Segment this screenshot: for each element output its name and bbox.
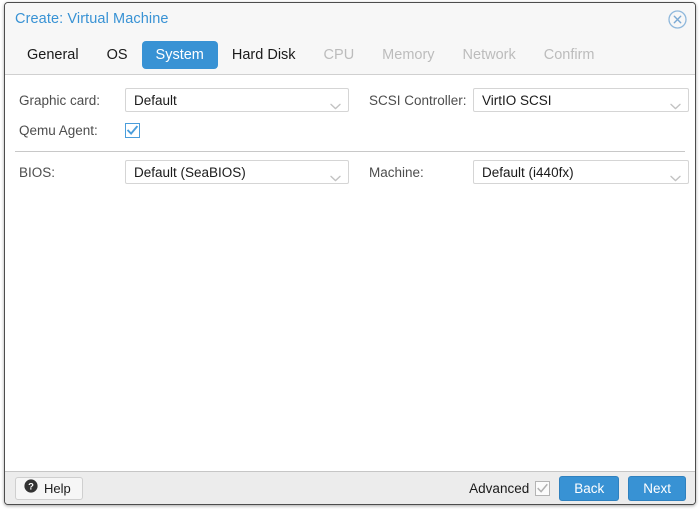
svg-text:?: ? [28,482,34,493]
form-row-2: Qemu Agent: [5,115,695,145]
help-button[interactable]: ? Help [15,477,83,500]
dialog-title: Create: Virtual Machine [15,11,169,27]
bios-select[interactable]: Default (SeaBIOS) [125,160,349,184]
machine-label: Machine: [369,164,424,180]
bios-field: BIOS: Default (SeaBIOS) [19,157,359,187]
scsi-controller-field: SCSI Controller: VirtIO SCSI [369,85,689,115]
machine-field: Machine: Default (i440fx) [369,157,689,187]
back-button[interactable]: Back [559,476,620,501]
tab-cpu: CPU [323,47,355,63]
qemu-agent-checkbox[interactable] [125,122,140,138]
graphic-card-value: Default [134,92,177,108]
graphic-card-field: Graphic card: Default [19,85,359,115]
form-row-1: Graphic card: Default SCSI Controller: V… [5,85,695,115]
chevron-down-icon [330,97,341,110]
tab-hard-disk[interactable]: Hard Disk [218,41,310,69]
machine-value: Default (i440fx) [482,164,574,180]
scsi-controller-value: VirtIO SCSI [482,92,552,108]
machine-select[interactable]: Default (i440fx) [473,160,689,184]
wizard-tabbar: General OS System Hard Disk CPU Memory N… [5,37,695,75]
dialog-body: Graphic card: Default SCSI Controller: V… [5,75,695,471]
scsi-controller-label: SCSI Controller: [369,92,467,108]
next-button[interactable]: Next [628,476,686,501]
tab-confirm: Confirm [543,47,595,63]
advanced-checkbox[interactable] [535,481,551,496]
chevron-down-icon [670,169,681,182]
question-circle-icon: ? [24,479,38,498]
advanced-label: Advanced [469,481,530,496]
bios-label: BIOS: [19,164,56,180]
tab-os[interactable]: OS [93,41,142,69]
section-divider [15,151,685,152]
tab-network: Network [462,47,516,63]
scsi-controller-select[interactable]: VirtIO SCSI [473,88,689,112]
bios-value: Default (SeaBIOS) [134,164,246,180]
dialog-footer: ? Help Advanced Back Next [5,471,695,504]
help-button-label: Help [44,481,71,496]
qemu-agent-label: Qemu Agent: [19,122,98,138]
graphic-card-label: Graphic card: [19,92,101,108]
tab-memory: Memory [382,47,435,63]
chevron-down-icon [330,169,341,182]
create-vm-dialog: Create: Virtual Machine General OS Syste… [4,2,696,505]
footer-actions: Advanced Back Next [469,476,686,501]
qemu-agent-field: Qemu Agent: [19,115,359,145]
chevron-down-icon [670,97,681,110]
close-icon[interactable] [668,10,687,29]
tab-system[interactable]: System [141,41,218,69]
graphic-card-select[interactable]: Default [125,88,349,112]
tab-general[interactable]: General [13,41,93,69]
form-row-3: BIOS: Default (SeaBIOS) Machine: Default… [5,157,695,187]
wizard-tabs: General OS System Hard Disk CPU Memory N… [13,41,609,69]
dialog-titlebar: Create: Virtual Machine [5,3,695,37]
